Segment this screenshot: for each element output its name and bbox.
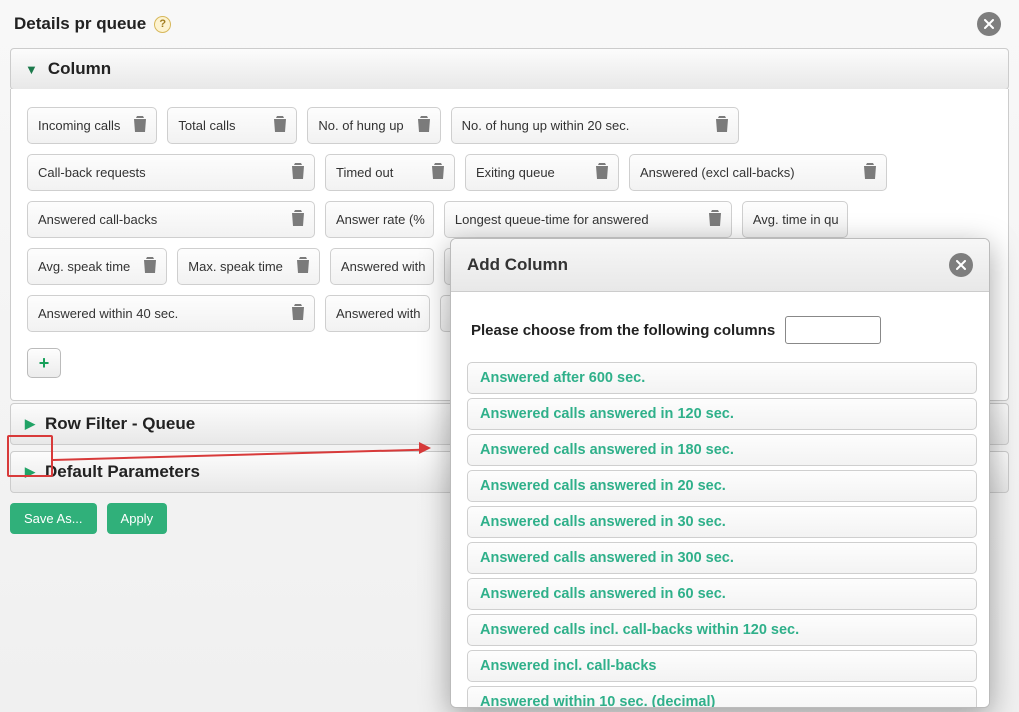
chevron-right-icon: ▶ xyxy=(25,464,35,480)
title-bar: Details pr queue ? xyxy=(10,8,1009,46)
plus-icon: + xyxy=(39,354,50,372)
choose-label: Please choose from the following columns xyxy=(471,322,775,339)
column-chip[interactable]: Max. speak time xyxy=(177,248,320,285)
trash-icon[interactable] xyxy=(290,303,306,324)
modal-close-button[interactable] xyxy=(949,253,973,277)
chip-label: Answered (excl call-backs) xyxy=(640,165,795,180)
column-option[interactable]: Answered calls incl. call-backs within 1… xyxy=(467,614,977,646)
column-option[interactable]: Answered calls answered in 120 sec. xyxy=(467,398,977,430)
column-chip[interactable]: Call-back requests xyxy=(27,154,315,191)
column-chip[interactable]: Answered within 40 sec. xyxy=(27,295,315,332)
column-option[interactable]: Answered incl. call-backs xyxy=(467,650,977,682)
save-as-button[interactable]: Save As... xyxy=(10,503,97,534)
chip-label: Exiting queue xyxy=(476,165,555,180)
trash-icon[interactable] xyxy=(714,115,730,136)
section-title: Row Filter - Queue xyxy=(45,414,195,434)
column-chip[interactable]: Avg. time in qu xyxy=(742,201,848,238)
choose-row: Please choose from the following columns xyxy=(471,316,973,344)
section-title: Default Parameters xyxy=(45,462,200,482)
chip-label: Incoming calls xyxy=(38,118,120,133)
column-option[interactable]: Answered after 600 sec. xyxy=(467,362,977,394)
chip-label: Answer rate (% xyxy=(336,212,425,227)
trash-icon[interactable] xyxy=(707,209,723,230)
apply-button[interactable]: Apply xyxy=(107,503,168,534)
chip-label: No. of hung up within 20 sec. xyxy=(462,118,630,133)
trash-icon[interactable] xyxy=(862,162,878,183)
column-chip[interactable]: Exiting queue xyxy=(465,154,619,191)
trash-icon[interactable] xyxy=(594,162,610,183)
chip-label: Avg. speak time xyxy=(38,259,130,274)
chip-label: Total calls xyxy=(178,118,235,133)
column-chip[interactable]: Answered call-backs xyxy=(27,201,315,238)
add-column-button[interactable]: + xyxy=(27,348,61,378)
modal-body: Please choose from the following columns… xyxy=(451,292,989,707)
modal-title: Add Column xyxy=(467,255,568,275)
help-icon[interactable]: ? xyxy=(154,16,171,33)
column-chip[interactable]: Answer rate (% xyxy=(325,201,434,238)
column-chip[interactable]: Avg. speak time xyxy=(27,248,167,285)
trash-icon[interactable] xyxy=(290,209,306,230)
chevron-right-icon: ▶ xyxy=(25,416,35,432)
column-chip[interactable]: No. of hung up xyxy=(307,107,440,144)
column-option[interactable]: Answered calls answered in 300 sec. xyxy=(467,542,977,574)
chip-label: Call-back requests xyxy=(38,165,146,180)
column-option[interactable]: Answered calls answered in 60 sec. xyxy=(467,578,977,610)
chip-label: Answered call-backs xyxy=(38,212,157,227)
column-chip[interactable]: Longest queue-time for answered xyxy=(444,201,732,238)
chip-label: Timed out xyxy=(336,165,393,180)
column-search-input[interactable] xyxy=(785,316,881,344)
column-chip[interactable]: Answered (excl call-backs) xyxy=(629,154,887,191)
chevron-down-icon: ▼ xyxy=(25,62,38,77)
trash-icon[interactable] xyxy=(272,115,288,136)
column-option[interactable]: Answered within 10 sec. (decimal) xyxy=(467,686,977,707)
column-chip[interactable]: Timed out xyxy=(325,154,455,191)
page-title: Details pr queue xyxy=(14,14,146,34)
trash-icon[interactable] xyxy=(132,115,148,136)
chip-label: Answered within 40 sec. xyxy=(38,306,178,321)
modal-header: Add Column xyxy=(451,239,989,292)
chip-label: No. of hung up xyxy=(318,118,403,133)
column-option[interactable]: Answered calls answered in 20 sec. xyxy=(467,470,977,502)
column-chip[interactable]: Incoming calls xyxy=(27,107,157,144)
chip-label: Answered with xyxy=(336,306,421,321)
column-chip[interactable]: Answered with xyxy=(330,248,435,285)
trash-icon[interactable] xyxy=(430,162,446,183)
close-button[interactable] xyxy=(977,12,1001,36)
trash-icon[interactable] xyxy=(295,256,311,277)
trash-icon[interactable] xyxy=(290,162,306,183)
section-title: Column xyxy=(48,59,111,79)
column-chip[interactable]: Total calls xyxy=(167,107,297,144)
chip-label: Max. speak time xyxy=(188,259,283,274)
chip-label: Answered with xyxy=(341,259,426,274)
add-column-modal: Add Column Please choose from the follow… xyxy=(450,238,990,708)
chip-label: Longest queue-time for answered xyxy=(455,212,649,227)
chip-label: Avg. time in qu xyxy=(753,212,839,227)
section-header-column[interactable]: ▼ Column xyxy=(10,48,1009,90)
column-option[interactable]: Answered calls answered in 30 sec. xyxy=(467,506,977,538)
column-chip[interactable]: Answered with xyxy=(325,295,430,332)
trash-icon[interactable] xyxy=(416,115,432,136)
column-chip[interactable]: No. of hung up within 20 sec. xyxy=(451,107,739,144)
trash-icon[interactable] xyxy=(142,256,158,277)
column-option[interactable]: Answered calls answered in 180 sec. xyxy=(467,434,977,466)
